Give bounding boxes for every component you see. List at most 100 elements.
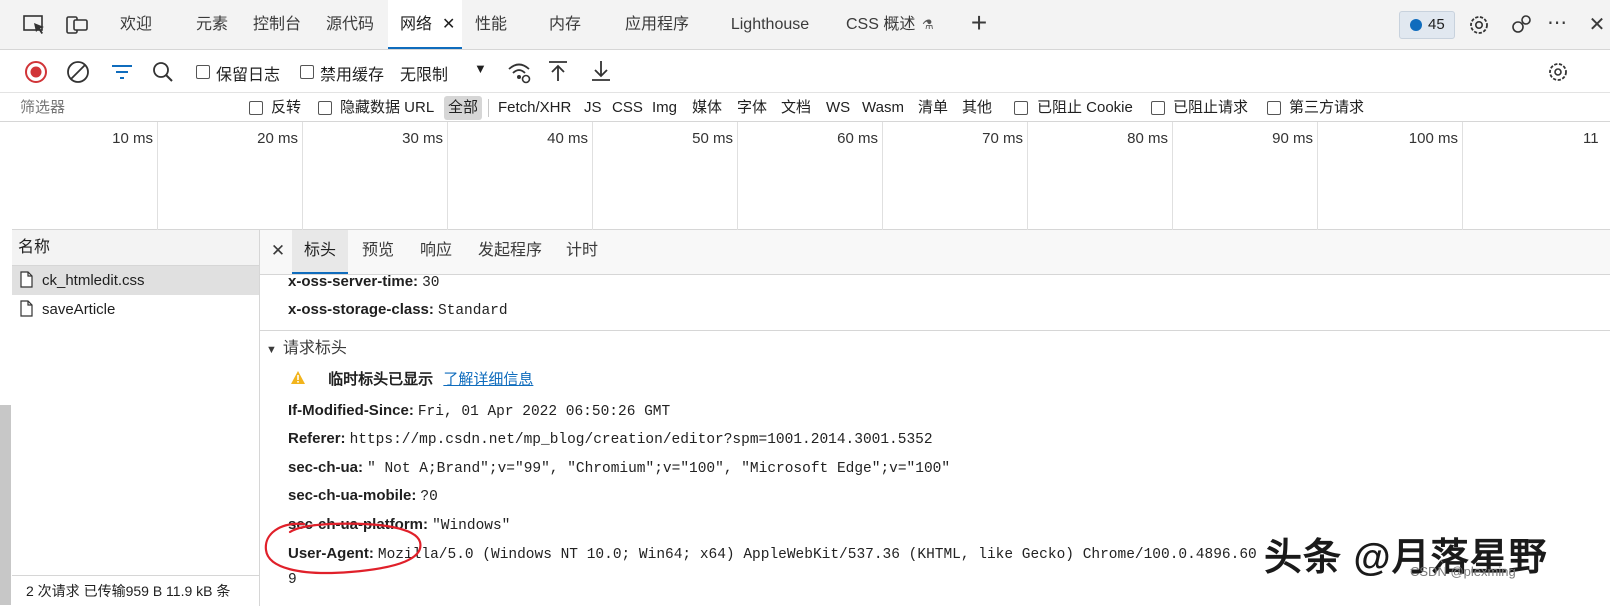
request-headers-title: 请求标头 xyxy=(282,340,347,357)
filter-type-media[interactable]: 媒体 xyxy=(692,93,722,122)
timeline-tick-label: 40 ms xyxy=(547,130,588,147)
request-header-row: sec-ch-ua-mobile: ?0 xyxy=(288,487,438,505)
clear-icon[interactable] xyxy=(66,60,90,84)
tab-elements[interactable]: 元素 xyxy=(184,0,240,49)
watermark-sub: CSDN @plexming xyxy=(1410,564,1516,579)
response-header-row: x-oss-server-time: 30 xyxy=(288,273,440,291)
learn-more-link[interactable]: 了解详细信息 xyxy=(443,371,533,388)
tab-memory[interactable]: 内存 xyxy=(540,0,590,49)
throttling-value: 无限制 xyxy=(400,67,449,84)
tab-initiator[interactable]: 发起程序 xyxy=(474,230,546,274)
tab-sources[interactable]: 源代码 xyxy=(316,0,384,49)
timeline-tick: 50 ms xyxy=(593,122,738,230)
blocked-requests-checkbox[interactable] xyxy=(1151,101,1165,115)
inspect-element-icon[interactable] xyxy=(22,12,48,38)
hide-data-url-checkbox[interactable] xyxy=(318,101,332,115)
timeline-overview[interactable]: 10 ms 20 ms 30 ms 40 ms 50 ms 60 ms 70 m… xyxy=(12,122,1610,230)
tab-application[interactable]: 应用程序 xyxy=(614,0,700,49)
record-stop-icon[interactable] xyxy=(24,60,48,84)
header-name: If-Modified-Since: xyxy=(288,402,414,419)
timeline-tick: 11 xyxy=(1463,122,1610,230)
more-options-icon[interactable]: ⋯ xyxy=(1542,0,1572,49)
request-list: 名称 ck_htmledit.css saveArticle 2 次请求 已传输… xyxy=(0,230,260,606)
throttling-select[interactable]: 无限制 ▼ xyxy=(394,56,492,88)
issues-icon xyxy=(1410,19,1422,31)
filter-type-js[interactable]: JS xyxy=(584,93,602,122)
filter-bar: 反转 隐藏数据 URL 全部 Fetch/XHR JS CSS Img 媒体 字… xyxy=(0,93,1610,122)
third-party-checkbox[interactable] xyxy=(1267,101,1281,115)
import-har-icon[interactable] xyxy=(547,59,569,83)
request-header-row: User-Agent: Mozilla/5.0 (Windows NT 10.0… xyxy=(288,545,1257,563)
timeline-tick-label: 30 ms xyxy=(402,130,443,147)
close-devtools-icon[interactable]: ✕ xyxy=(1584,0,1610,49)
header-value: Standard xyxy=(437,303,508,319)
close-tab-icon[interactable]: ✕ xyxy=(442,0,455,50)
issues-badge[interactable]: 45 xyxy=(1399,11,1455,39)
invert-label: 反转 xyxy=(271,99,302,116)
filter-type-css[interactable]: CSS xyxy=(612,93,643,122)
tab-response[interactable]: 响应 xyxy=(416,230,456,274)
details-tab-bar: ✕ 标头 预览 响应 发起程序 计时 xyxy=(260,230,1610,275)
tab-timing[interactable]: 计时 xyxy=(562,230,602,274)
close-details-icon[interactable]: ✕ xyxy=(266,230,290,274)
request-header-row: sec-ch-ua: " Not A;Brand";v="99", "Chrom… xyxy=(288,459,950,477)
file-icon xyxy=(20,271,33,288)
header-value: Fri, 01 Apr 2022 06:50:26 GMT xyxy=(417,404,671,420)
tab-network[interactable]: 网络 ✕ xyxy=(388,0,462,49)
customize-icon[interactable] xyxy=(1509,12,1535,38)
search-icon[interactable] xyxy=(152,61,174,83)
tab-css-overview[interactable]: CSS 概述 ⚗ xyxy=(846,0,946,49)
invert-checkbox[interactable] xyxy=(249,101,263,115)
tab-preview[interactable]: 预览 xyxy=(358,230,398,274)
tab-console[interactable]: 控制台 xyxy=(244,0,310,49)
header-name: sec-ch-ua: xyxy=(288,459,364,476)
filter-type-manifest[interactable]: 清单 xyxy=(918,93,948,122)
settings-gear-icon[interactable] xyxy=(1466,12,1492,38)
filter-icon[interactable] xyxy=(110,61,134,83)
device-emulation-icon[interactable] xyxy=(64,12,90,38)
divider xyxy=(488,99,489,117)
more-tabs-icon[interactable]: + xyxy=(964,0,994,49)
export-har-icon[interactable] xyxy=(590,59,612,83)
file-icon xyxy=(20,300,33,317)
tab-lighthouse[interactable]: Lighthouse xyxy=(722,0,818,49)
devtools-tab-bar: 欢迎 元素 控制台 源代码 网络 ✕ 性能 内存 应用程序 Lighthouse… xyxy=(0,0,1610,50)
name-column-header[interactable]: 名称 xyxy=(12,230,259,266)
chevron-down-icon: ▼ xyxy=(474,61,487,76)
network-conditions-icon[interactable] xyxy=(506,60,532,84)
filter-type-ws[interactable]: WS xyxy=(826,93,850,122)
timeline-tick-label: 10 ms xyxy=(112,130,153,147)
tab-headers[interactable]: 标头 xyxy=(292,230,348,274)
timeline-tick-label: 100 ms xyxy=(1408,130,1458,147)
tab-welcome[interactable]: 欢迎 xyxy=(106,0,166,49)
filter-type-other[interactable]: 其他 xyxy=(962,93,992,122)
request-row[interactable]: saveArticle xyxy=(12,295,259,324)
filter-type-all[interactable]: 全部 xyxy=(444,96,483,120)
timeline-tick-label: 20 ms xyxy=(257,130,298,147)
timeline-tick: 20 ms xyxy=(158,122,303,230)
request-list-scrollbar[interactable] xyxy=(0,405,11,605)
filter-type-font[interactable]: 字体 xyxy=(737,93,767,122)
network-settings-gear-icon[interactable] xyxy=(1546,60,1570,84)
header-name: Referer: xyxy=(288,430,346,447)
filter-type-img[interactable]: Img xyxy=(652,93,677,122)
filter-type-fetch-xhr[interactable]: Fetch/XHR xyxy=(498,93,571,122)
filter-type-doc[interactable]: 文档 xyxy=(781,93,811,122)
hide-data-url-label: 隐藏数据 URL xyxy=(340,99,435,116)
filter-type-wasm[interactable]: Wasm xyxy=(862,93,904,122)
request-header-row: If-Modified-Since: Fri, 01 Apr 2022 06:5… xyxy=(288,402,670,420)
request-row[interactable]: ck_htmledit.css xyxy=(12,266,259,295)
filter-input[interactable] xyxy=(16,95,238,119)
timeline-tick: 100 ms xyxy=(1318,122,1463,230)
blocked-cookies-checkbox[interactable] xyxy=(1014,101,1028,115)
provisional-headers-text: 临时标头已显示 xyxy=(328,371,434,388)
preserve-log-label: 保留日志 xyxy=(216,67,281,84)
request-name: ck_htmledit.css xyxy=(42,272,145,289)
disable-cache-checkbox[interactable] xyxy=(300,65,314,79)
header-value: Mozilla/5.0 (Windows NT 10.0; Win64; x64… xyxy=(377,547,1257,563)
request-headers-section-toggle[interactable]: ▼ 请求标头 xyxy=(266,338,347,360)
preserve-log-checkbox[interactable] xyxy=(196,65,210,79)
blocked-cookies-label: 已阻止 Cookie xyxy=(1037,99,1133,116)
tab-performance[interactable]: 性能 xyxy=(466,0,516,49)
timeline-tick-label: 60 ms xyxy=(837,130,878,147)
